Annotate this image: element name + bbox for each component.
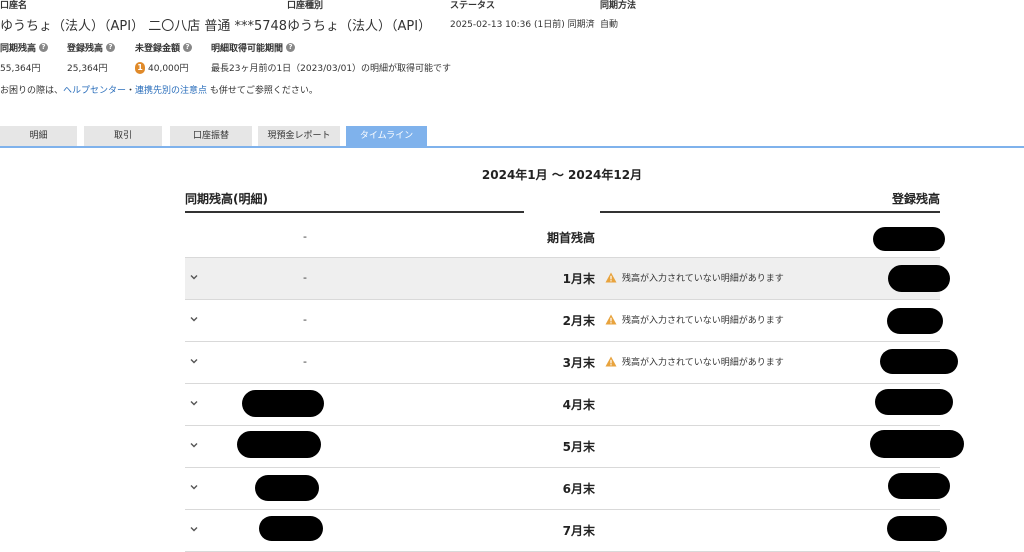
opening-sync-value: - [303, 230, 307, 243]
chevron-down-icon[interactable] [189, 356, 199, 366]
fetch-period-label: 明細取得可能期間 [211, 44, 284, 54]
account-meta: 口座名 ゆうちょ（法人）（API） 二〇八店 普通 ***5748 口座種別 ゆ… [0, 0, 1024, 36]
tab-timeline[interactable]: タイムライン [346, 126, 427, 147]
account-name-block: 口座名 ゆうちょ（法人）（API） 二〇八店 普通 ***5748 [0, 0, 287, 34]
help-center-link[interactable]: ヘルプセンター [63, 86, 126, 96]
row-month-label: 3月末 [562, 356, 595, 370]
chevron-down-icon[interactable] [189, 314, 199, 324]
fetch-period-value: 最長23ヶ月前の1日（2023/03/01）の明細が取得可能です [211, 64, 452, 74]
account-type-block: 口座種別 ゆうちょ（法人）（API） [287, 0, 431, 34]
redacted-registered-balance [888, 473, 950, 499]
row-sync-value: - [303, 355, 307, 368]
row-month-label: 6月末 [562, 482, 595, 496]
redacted-registered-balance [888, 265, 950, 292]
period-title: 2024年1月 〜 2024年12月 [481, 168, 643, 182]
question-circle-icon[interactable]: ? [39, 43, 49, 52]
unregistered-amount-block: 未登録金額 ? 1 40,000円 [135, 41, 193, 74]
table-row[interactable]: - 2月末 残高が入力されていない明細があります [185, 300, 943, 342]
row-sync-value: - [303, 313, 307, 326]
fetch-period-block: 明細取得可能期間 ? 最長23ヶ月前の1日（2023/03/01）の明細が取得可… [211, 41, 451, 74]
synced-balance-value: 55,364円 [0, 64, 41, 74]
redacted-registered-balance [887, 516, 947, 541]
row-month-label: 1月末 [562, 272, 595, 286]
chevron-down-icon[interactable] [189, 524, 199, 534]
synced-balance-block: 同期残高 ? 55,364円 [0, 41, 49, 74]
redacted-registered-balance [873, 227, 945, 251]
missing-balance-warning: 残高が入力されていない明細があります [605, 271, 784, 284]
account-name-value: ゆうちょ（法人）（API） 二〇八店 普通 ***5748 [0, 19, 288, 34]
chevron-down-icon[interactable] [189, 440, 199, 450]
redacted-sync-balance [255, 475, 319, 501]
account-type-label: 口座種別 [287, 1, 324, 11]
synced-balance-label: 同期残高 [0, 44, 37, 54]
opening-balance-row: - 期首残高 [185, 217, 945, 258]
sync-method-value: 自動 [600, 20, 619, 30]
row-month-label: 7月末 [562, 524, 595, 538]
sync-method-label: 同期方法 [600, 1, 637, 11]
redacted-registered-balance [880, 349, 958, 374]
timeline-ledger: - 期首残高 - 1月末 残高が入力されていない明細があります - 2月末 残高… [185, 217, 964, 552]
header-divider-left [185, 211, 524, 213]
chevron-down-icon[interactable] [189, 272, 199, 282]
redacted-sync-balance [242, 390, 324, 417]
tab-transactions[interactable]: 取引 [84, 126, 162, 147]
status-value: 2025-02-13 10:36 (1日前) 同期済 [450, 20, 595, 30]
unregistered-count-badge: 1 [135, 61, 145, 74]
row-month-label: 4月末 [562, 398, 595, 412]
registered-balance-value: 25,364円 [67, 64, 108, 74]
table-row[interactable]: 7月末 [185, 510, 947, 552]
tab-bar: 明細 取引 口座振替 現預金レポート タイムライン [0, 126, 1024, 148]
table-row[interactable]: - 1月末 残高が入力されていない明細があります [185, 258, 950, 300]
redacted-sync-balance [237, 431, 321, 458]
synced-balance-column-header: 同期残高(明細) [185, 192, 268, 206]
missing-balance-warning: 残高が入力されていない明細があります [605, 313, 784, 326]
account-name-label: 口座名 [0, 1, 28, 11]
redacted-registered-balance [870, 430, 964, 458]
question-circle-icon[interactable]: ? [183, 43, 193, 52]
chevron-down-icon[interactable] [189, 482, 199, 492]
row-sync-value: - [303, 271, 307, 284]
chevron-down-icon[interactable] [189, 398, 199, 408]
tab-direct-debit[interactable]: 口座振替 [170, 126, 252, 147]
help-notice: お困りの際は、ヘルプセンター・連携先別の注意点 も併せてご参照ください。 [0, 86, 318, 96]
redacted-sync-balance [259, 516, 323, 541]
warning-icon [605, 314, 617, 325]
warning-icon [605, 356, 617, 367]
table-row[interactable]: 4月末 [185, 384, 953, 426]
registered-balance-block: 登録残高 ? 25,364円 [67, 41, 116, 74]
redacted-registered-balance [887, 308, 943, 334]
unregistered-amount-label: 未登録金額 [135, 44, 181, 54]
opening-balance-label: 期首残高 [546, 231, 595, 245]
missing-balance-warning: 残高が入力されていない明細があります [605, 355, 784, 368]
account-type-value: ゆうちょ（法人）（API） [287, 19, 432, 34]
registered-balance-column-header: 登録残高 [891, 192, 940, 206]
warning-icon [605, 272, 617, 283]
question-circle-icon[interactable]: ? [286, 43, 296, 52]
table-row[interactable]: - 3月末 残高が入力されていない明細があります [185, 342, 958, 384]
tab-details[interactable]: 明細 [0, 126, 77, 147]
row-month-label: 5月末 [562, 440, 595, 454]
integration-notes-link[interactable]: 連携先別の注意点 [135, 86, 207, 96]
table-row[interactable]: 5月末 [185, 426, 964, 468]
table-row[interactable]: 6月末 [185, 468, 950, 510]
registered-balance-label: 登録残高 [67, 44, 104, 54]
status-block: ステータス 2025-02-13 10:36 (1日前) 同期済 [450, 0, 595, 30]
header-divider-right [600, 211, 940, 213]
row-month-label: 2月末 [562, 314, 595, 328]
sync-method-block: 同期方法 自動 [600, 0, 636, 30]
redacted-registered-balance [875, 389, 953, 415]
tab-underline [0, 146, 1024, 148]
balance-summary: 同期残高 ? 55,364円 登録残高 ? 25,364円 未登録金額 ? 1 … [0, 41, 1024, 74]
question-circle-icon[interactable]: ? [106, 43, 116, 52]
unregistered-amount-value: 40,000円 [148, 64, 189, 74]
tab-cash-report[interactable]: 現預金レポート [258, 126, 340, 147]
status-label: ステータス [450, 1, 496, 11]
